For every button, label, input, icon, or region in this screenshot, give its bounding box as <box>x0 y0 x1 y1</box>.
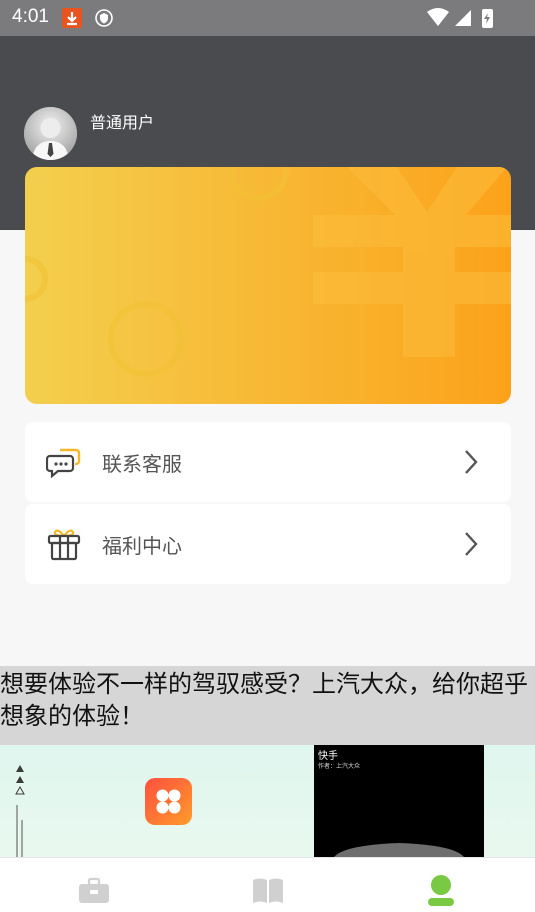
road-sign-icon <box>15 765 25 857</box>
menu-label: 联系客服 <box>102 452 182 476</box>
welfare-center-item[interactable]: 福利中心 <box>25 504 511 584</box>
app-icon[interactable] <box>145 778 192 825</box>
book-icon[interactable] <box>251 873 285 907</box>
gift-icon <box>46 526 82 562</box>
chevron-right-icon <box>463 531 479 557</box>
chevron-right-icon <box>463 449 479 475</box>
yuan-decoration <box>25 167 511 377</box>
battery-charging-icon <box>482 9 493 28</box>
user-icon[interactable] <box>424 873 458 907</box>
wifi-icon <box>427 8 449 26</box>
signal-icon <box>455 10 471 26</box>
briefcase-icon[interactable] <box>77 873 111 907</box>
ad-text[interactable]: 想要体验不一样的驾驭感受？上汽大众，给你超乎想象的体验！ <box>0 668 535 732</box>
ad-media[interactable]: 快手 作者：上汽大众 <box>0 745 535 857</box>
wallet-card[interactable] <box>25 167 511 404</box>
contact-support-item[interactable]: 联系客服 <box>25 422 511 502</box>
bottom-tab-bar <box>0 857 535 912</box>
video-preview[interactable]: 快手 作者：上汽大众 <box>314 745 484 857</box>
avatar[interactable] <box>24 107 77 160</box>
ad-banner[interactable]: 想要体验不一样的驾驭感受？上汽大众，给你超乎想象的体验！ <box>0 666 535 745</box>
car-silhouette <box>334 843 464 857</box>
user-name: 普通用户 <box>90 113 155 132</box>
status-time: 4:01 <box>12 6 49 27</box>
shield-icon <box>94 8 114 28</box>
chat-bubbles-icon <box>45 444 82 480</box>
status-bar: 4:01 <box>0 0 535 36</box>
download-icon <box>62 8 82 28</box>
menu-label: 福利中心 <box>102 534 182 558</box>
status-right-icons <box>427 8 493 28</box>
